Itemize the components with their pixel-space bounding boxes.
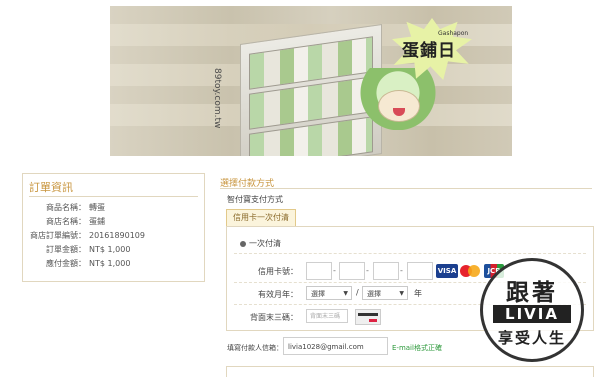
cvv-input[interactable]: 背面末三碼: [306, 309, 348, 323]
email-field[interactable]: livia1028@gmail.com: [283, 337, 388, 355]
cvv-label: 背面末三碼：: [250, 313, 298, 322]
divider: [29, 196, 198, 197]
slash-separator: /: [356, 288, 359, 297]
mascot-face: [378, 90, 420, 122]
payment-subtitle: 智付寶支付方式: [227, 195, 283, 204]
divider: [234, 253, 586, 254]
radio-dot-icon: [240, 240, 246, 247]
chevron-down-icon: ▼: [343, 290, 348, 297]
badge-text: 蛋鋪日: [402, 41, 456, 61]
watermark-bottom: 享受人生: [497, 329, 566, 347]
expiry-month-value: 選擇: [311, 290, 325, 298]
expiry-month-select[interactable]: 選擇 ▼: [306, 286, 352, 300]
order-row-label: 應付金額：: [46, 259, 86, 268]
dash-separator: -: [400, 266, 403, 275]
visa-icon: VISA: [436, 264, 458, 278]
email-label: 填寫付款人信箱：: [227, 344, 283, 352]
banner-image: 89toy.com.tw 蛋鋪日 Gashapon: [110, 6, 512, 156]
banner-side-text: 89toy.com.tw: [212, 68, 222, 129]
card-number-input-4[interactable]: [407, 262, 433, 280]
order-row: 商店名稱： 蛋鋪: [23, 216, 105, 227]
tab-credit-card-full[interactable]: 信用卡一次付清: [226, 209, 296, 227]
watermark-middle: LIVIA: [493, 305, 571, 323]
year-unit: 年: [414, 289, 422, 298]
order-row-label: 訂單金額：: [46, 245, 86, 254]
expiry-year-value: 選擇: [367, 290, 381, 298]
order-row: 訂單金額： NT$ 1,000: [23, 244, 130, 255]
order-row-value: 蛋鋪: [89, 217, 105, 226]
chevron-down-icon: ▼: [399, 290, 404, 297]
order-title: 訂單資訊: [29, 181, 73, 194]
dash-separator: -: [366, 266, 369, 275]
watermark-top: 跟著: [506, 280, 558, 306]
order-row-label: 商店訂單編號：: [30, 231, 86, 240]
dash-separator: -: [333, 266, 336, 275]
next-section-box: [226, 366, 594, 377]
order-row-label: 商品名稱：: [46, 203, 86, 212]
order-row: 應付金額： NT$ 1,000: [23, 258, 130, 269]
order-row-value: 轉蛋: [89, 203, 105, 212]
card-number-input-2[interactable]: [339, 262, 365, 280]
email-status: E-mail格式正確: [392, 344, 442, 352]
watermark-logo: 跟著 LIVIA 享受人生: [480, 258, 584, 362]
card-number-input-1[interactable]: [306, 262, 332, 280]
order-row-value: NT$ 1,000: [89, 245, 131, 254]
card-number-label: 信用卡號：: [258, 267, 298, 276]
mastercard-icon: [460, 264, 482, 278]
radio-label: 一次付清: [249, 239, 281, 248]
order-info-panel: 訂單資訊 商品名稱： 轉蛋 商店名稱： 蛋鋪 商店訂單編號： 20161890109 …: [22, 173, 205, 282]
divider: [220, 188, 592, 189]
order-row: 商品名稱： 轉蛋: [23, 202, 105, 213]
expiry-label: 有效月年：: [258, 290, 298, 299]
order-row-value: NT$ 1,000: [89, 259, 131, 268]
order-row-value: 20161890109: [89, 231, 145, 240]
order-row-label: 商店名稱：: [46, 217, 86, 226]
badge-subtext: Gashapon: [438, 30, 469, 37]
radio-one-time-payment[interactable]: 一次付清: [240, 238, 281, 249]
expiry-year-select[interactable]: 選擇 ▼: [362, 286, 408, 300]
card-number-input-3[interactable]: [373, 262, 399, 280]
card-back-icon: [355, 309, 381, 325]
order-row: 商店訂單編號： 20161890109: [23, 230, 145, 241]
